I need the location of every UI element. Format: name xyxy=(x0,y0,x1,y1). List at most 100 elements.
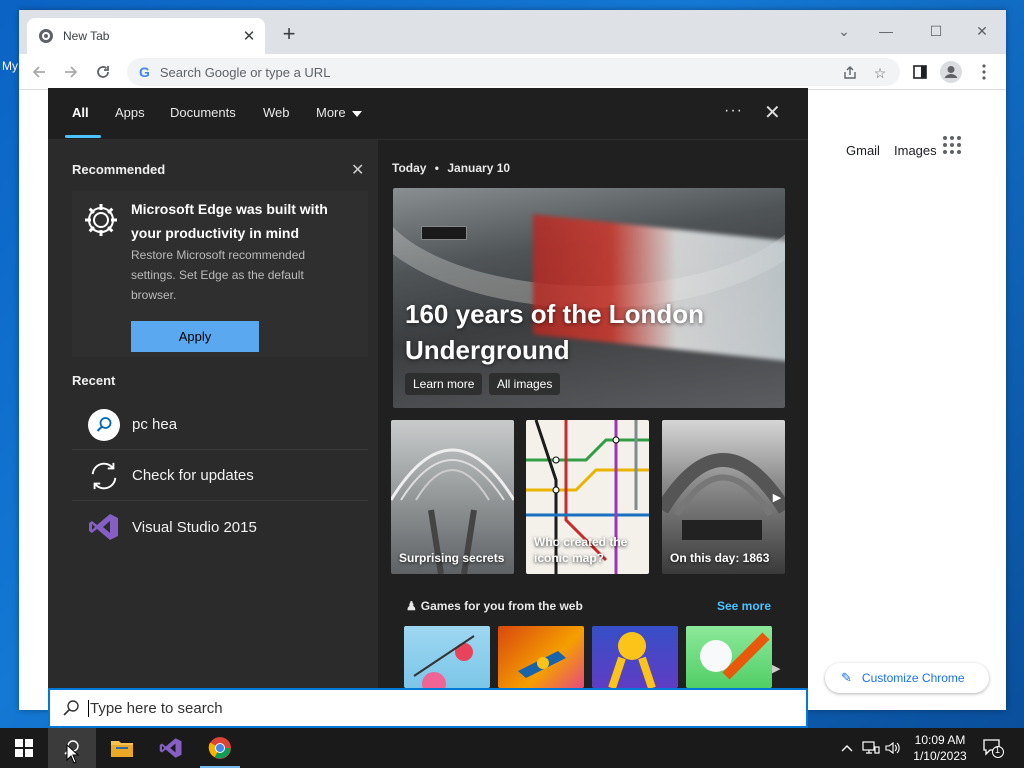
mouse-cursor-icon xyxy=(66,744,80,764)
back-icon[interactable] xyxy=(25,58,53,86)
recommended-description: Restore Microsoft recommended settings. … xyxy=(131,248,306,302)
forward-icon[interactable] xyxy=(57,58,85,86)
today-date: Today • January 10 xyxy=(392,161,510,175)
notification-count: 1 xyxy=(995,745,1001,755)
profile-avatar[interactable] xyxy=(937,58,965,86)
reload-icon[interactable] xyxy=(89,58,117,86)
gear-icon xyxy=(85,204,117,236)
visual-studio-icon xyxy=(159,738,182,758)
notification-center-icon[interactable]: 1 xyxy=(982,738,1004,758)
network-icon[interactable] xyxy=(862,740,880,756)
search-input[interactable]: Type here to search xyxy=(88,699,223,717)
tab-title: New Tab xyxy=(63,29,110,43)
tab-search-dropdown-icon[interactable]: ⌄ xyxy=(829,16,859,46)
windows-logo-icon xyxy=(15,739,33,757)
tile-surprising-secrets[interactable]: Surprising secrets xyxy=(391,420,514,574)
recent-item-visual-studio[interactable]: Visual Studio 2015 xyxy=(72,502,368,552)
customize-chrome-label: Customize Chrome xyxy=(861,671,965,685)
chevron-up-icon[interactable] xyxy=(838,740,856,756)
tab-close-icon[interactable]: ✕ xyxy=(237,24,261,48)
tile-iconic-map[interactable]: Who created the iconic map? xyxy=(526,420,649,574)
clock[interactable]: 10:09 AM 1/10/2023 xyxy=(908,732,972,764)
game-tile-1[interactable] xyxy=(404,626,490,688)
game-thumbnail-image xyxy=(518,651,566,678)
side-panel-icon[interactable] xyxy=(906,58,934,86)
taskbar: 10:09 AM 1/10/2023 1 xyxy=(0,728,1024,768)
search-filter-tabs: All Apps Documents Web More ··· ✕ xyxy=(48,88,808,140)
recent-item-label: Check for updates xyxy=(132,467,254,484)
tab-strip: New Tab ✕ + ⌄ — ☐ ✕ xyxy=(19,10,1006,54)
chrome-taskbar-button[interactable] xyxy=(196,728,244,768)
gmail-link[interactable]: Gmail xyxy=(846,143,880,158)
close-window-button[interactable]: ✕ xyxy=(967,16,997,46)
omnibox[interactable]: G Search Google or type a URL ☆ xyxy=(127,58,900,86)
active-tab-indicator xyxy=(65,135,101,138)
recent-item-label: Visual Studio 2015 xyxy=(132,518,257,536)
tab-new-tab[interactable]: New Tab ✕ xyxy=(27,18,265,54)
tab-web[interactable]: Web xyxy=(263,105,290,120)
new-tab-button[interactable]: + xyxy=(277,22,301,46)
customize-chrome-button[interactable]: ✎ Customize Chrome xyxy=(825,663,989,693)
game-thumbnail-image xyxy=(608,632,656,688)
images-link[interactable]: Images xyxy=(894,143,937,158)
browser-toolbar: G Search Google or type a URL ☆ xyxy=(19,54,1006,90)
today-label: Today xyxy=(392,161,427,175)
all-images-button[interactable]: All images xyxy=(489,373,561,395)
more-options-icon[interactable]: ··· xyxy=(724,102,743,120)
volume-icon[interactable] xyxy=(884,740,902,756)
tab-documents[interactable]: Documents xyxy=(170,105,236,120)
start-button[interactable] xyxy=(0,728,48,768)
game-tile-2[interactable] xyxy=(498,626,584,688)
tab-more-label: More xyxy=(316,105,346,120)
pencil-icon: ✎ xyxy=(841,670,852,685)
recent-item-pc-hea[interactable]: pc hea xyxy=(72,400,368,450)
games-next-icon[interactable]: ▶ xyxy=(772,662,780,675)
tab-apps[interactable]: Apps xyxy=(115,105,145,120)
apply-button[interactable]: Apply xyxy=(131,321,259,352)
bookmark-star-icon[interactable]: ☆ xyxy=(869,62,891,84)
hero-title: 160 years of the London Underground xyxy=(405,299,705,365)
chrome-icon xyxy=(208,737,231,759)
chrome-favicon-icon xyxy=(39,29,53,43)
game-thumbnail-image xyxy=(700,632,770,680)
close-search-icon[interactable]: ✕ xyxy=(764,100,781,125)
google-icon: G xyxy=(139,64,150,80)
game-tile-3[interactable] xyxy=(592,626,678,688)
tile-label: Surprising secrets xyxy=(399,551,505,565)
hero-card[interactable]: 160 years of the London Underground Lear… xyxy=(393,188,785,408)
visual-studio-icon xyxy=(88,511,120,543)
tile-on-this-day[interactable]: On this day: 1863 xyxy=(662,420,785,574)
recent-item-check-for-updates[interactable]: Check for updates xyxy=(72,451,368,501)
carousel-next-icon[interactable]: ▶ xyxy=(769,488,785,506)
learn-more-button[interactable]: Learn more xyxy=(405,373,483,395)
omnibox-placeholder: Search Google or type a URL xyxy=(159,64,331,80)
games-title: Games for you from the web xyxy=(420,599,583,613)
search-icon xyxy=(88,408,120,441)
clock-time: 10:09 AM xyxy=(914,733,966,747)
games-heading: ♟ Games for you from the web xyxy=(406,599,583,613)
desktop-icon-label[interactable]: My xyxy=(2,59,18,73)
caret-down-icon xyxy=(351,110,362,117)
taskbar-search-box[interactable]: Type here to search xyxy=(48,688,808,728)
games-icon: ♟ xyxy=(406,599,417,613)
tab-all[interactable]: All xyxy=(72,105,89,120)
minimize-button[interactable]: — xyxy=(871,16,901,46)
game-thumbnail-image xyxy=(413,635,475,688)
folder-icon xyxy=(111,741,133,757)
dismiss-recommended-icon[interactable]: ✕ xyxy=(351,160,364,180)
tab-more[interactable]: More xyxy=(316,105,362,120)
see-more-link[interactable]: See more xyxy=(717,599,771,613)
chrome-menu-icon[interactable] xyxy=(970,58,998,86)
search-icon xyxy=(63,700,79,716)
file-explorer-button[interactable] xyxy=(98,728,146,768)
platform-sign-image xyxy=(421,226,467,240)
today-bullet: • xyxy=(434,161,439,175)
share-icon[interactable] xyxy=(839,62,861,84)
maximize-button[interactable]: ☐ xyxy=(921,16,951,46)
tile-label: On this day: 1863 xyxy=(670,551,770,565)
recent-item-label: pc hea xyxy=(132,416,178,433)
game-tile-4[interactable] xyxy=(686,626,772,688)
visual-studio-taskbar-button[interactable] xyxy=(147,728,195,768)
google-apps-icon[interactable] xyxy=(943,136,961,154)
recommended-heading: Recommended xyxy=(72,162,166,177)
